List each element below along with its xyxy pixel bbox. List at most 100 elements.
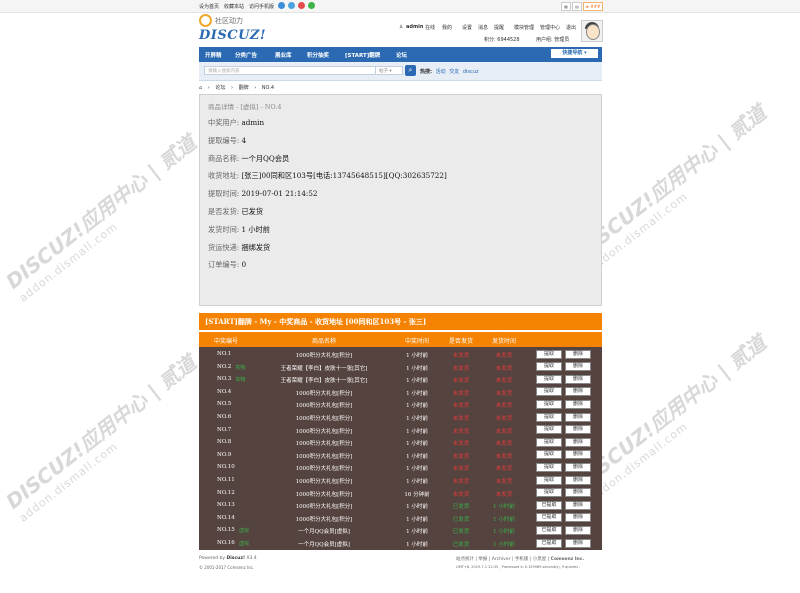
nav-item-forum[interactable]: 论坛 bbox=[396, 51, 407, 59]
search-type-select[interactable]: 帖子 ▾ bbox=[376, 66, 403, 75]
delete-button[interactable]: 删除 bbox=[565, 488, 591, 498]
wechat-icon[interactable] bbox=[308, 2, 315, 9]
delete-button[interactable]: 删除 bbox=[565, 538, 591, 548]
extracted-button[interactable]: 已提取 bbox=[536, 500, 562, 510]
delete-button[interactable]: 删除 bbox=[565, 437, 591, 447]
footer-link[interactable]: Comsenz Inc. bbox=[551, 557, 584, 562]
delete-button[interactable]: 删除 bbox=[565, 374, 591, 384]
delete-button[interactable]: 删除 bbox=[565, 462, 591, 472]
layout-icon[interactable]: ▤ bbox=[572, 2, 582, 11]
delete-button[interactable]: 删除 bbox=[565, 387, 591, 397]
extracted-button[interactable]: 已提取 bbox=[536, 525, 562, 535]
search-input[interactable]: 请输入搜索内容 bbox=[204, 66, 376, 75]
column-header: 中奖时间 bbox=[404, 338, 430, 345]
avatar[interactable] bbox=[581, 20, 603, 42]
delete-button[interactable]: 删除 bbox=[565, 349, 591, 359]
extract-button[interactable]: 提取 bbox=[536, 374, 562, 384]
detail-label: 发货时间: bbox=[208, 224, 242, 234]
usergroup-link[interactable]: 用户组: 管理员 bbox=[536, 36, 569, 43]
prize-time: 1 小时前 bbox=[406, 390, 428, 397]
breadcrumb-forum[interactable]: 论坛 bbox=[215, 85, 225, 91]
footer-link[interactable]: 举报 bbox=[478, 557, 487, 562]
delete-button[interactable]: 删除 bbox=[565, 450, 591, 460]
extract-button[interactable]: 提取 bbox=[536, 399, 562, 409]
detail-value: 4 bbox=[241, 135, 247, 145]
detail-label: 收货地址: bbox=[208, 171, 242, 181]
nav-item-classified[interactable]: 分类广告 bbox=[235, 51, 257, 59]
bookmark-link[interactable]: 收藏本站 bbox=[224, 3, 244, 10]
prize-table-title: [START]翻牌 - My - 中奖商品 - 收货地址 [00同和区103号 … bbox=[205, 317, 427, 326]
delete-button[interactable]: 删除 bbox=[565, 412, 591, 422]
prize-number: NO.12 bbox=[217, 489, 235, 496]
qq-icon[interactable] bbox=[288, 2, 295, 9]
nav-item-flip[interactable]: [START]翻牌 bbox=[345, 51, 380, 59]
admin-center-link[interactable]: 管理中心 bbox=[540, 24, 560, 31]
ship-time: 未发货 bbox=[495, 353, 513, 359]
detail-line: 提取编号: 4 bbox=[208, 136, 246, 146]
weibo-icon[interactable] bbox=[298, 2, 305, 9]
footer-link[interactable]: 手机版 bbox=[515, 557, 529, 562]
nav-item-business[interactable]: 展业库 bbox=[275, 51, 292, 59]
nav-item-home[interactable]: 开屏精 bbox=[205, 51, 222, 59]
extract-button[interactable]: 提取 bbox=[536, 362, 562, 372]
delete-button[interactable]: 删除 bbox=[565, 500, 591, 510]
extract-button[interactable]: 提取 bbox=[536, 488, 562, 498]
quick-nav-button[interactable]: 快捷导航 ▾ bbox=[551, 49, 598, 58]
prize-number: NO.1 bbox=[217, 351, 232, 357]
footer-link[interactable]: 站点统计 bbox=[456, 557, 474, 562]
extract-button[interactable]: 提取 bbox=[536, 437, 562, 447]
hot-item[interactable]: discuz bbox=[463, 69, 479, 75]
home-icon[interactable]: ⌂ bbox=[199, 85, 202, 91]
username-link[interactable]: admin bbox=[406, 24, 423, 30]
delete-button[interactable]: 删除 bbox=[565, 475, 591, 485]
ship-status: 未发货 bbox=[452, 365, 470, 372]
notices-link[interactable]: 提醒 bbox=[494, 24, 504, 31]
delete-button[interactable]: 删除 bbox=[565, 513, 591, 523]
table-row: NO.5 1000积分大礼包[积分] 1 小时前 未发货 未发货 提取 删除 bbox=[199, 398, 602, 411]
breadcrumb-flip[interactable]: 翻牌 bbox=[239, 85, 249, 91]
extract-button[interactable]: 提取 bbox=[536, 425, 562, 435]
table-row: NO.11 1000积分大礼包[积分] 1 小时前 未发货 未发货 提取 删除 bbox=[199, 474, 602, 487]
settings-link[interactable]: 设置 bbox=[462, 24, 472, 31]
extract-button[interactable]: 提取 bbox=[536, 475, 562, 485]
my-menu[interactable]: 我的 bbox=[442, 24, 452, 31]
module-admin-link[interactable]: 模块管理 bbox=[514, 24, 534, 31]
extracted-button[interactable]: 已提取 bbox=[536, 513, 562, 523]
points-link[interactable]: 积分: 6944528 bbox=[484, 36, 520, 43]
detail-value: admin bbox=[241, 118, 265, 127]
footer-link[interactable]: Archiver bbox=[492, 557, 511, 562]
extracted-button[interactable]: 已提取 bbox=[536, 538, 562, 548]
hot-item[interactable]: 活动 bbox=[436, 69, 446, 75]
extract-button[interactable]: 提取 bbox=[536, 462, 562, 472]
delete-button[interactable]: 删除 bbox=[565, 362, 591, 372]
footer-link[interactable]: 小黑屋 bbox=[533, 557, 547, 562]
delete-button[interactable]: 删除 bbox=[565, 425, 591, 435]
prize-number: NO.2 bbox=[217, 363, 232, 370]
copyright: © 2001-2017 Comsenz Inc. bbox=[199, 565, 255, 570]
product-link[interactable]: Discuz! bbox=[227, 556, 246, 561]
messages-link[interactable]: 消息 bbox=[478, 24, 488, 31]
logo[interactable]: DISCUZ! bbox=[199, 28, 266, 43]
prize-table: 中奖编号 商品名称 中奖时间 是否发货 发货时间 NO.1 1000积分大礼包[积… bbox=[199, 332, 602, 550]
style-badge[interactable]: ★ ### bbox=[583, 2, 603, 11]
set-homepage-link[interactable]: 设为首页 bbox=[199, 3, 219, 10]
nav-item-lottery[interactable]: 积分抽奖 bbox=[307, 51, 329, 59]
online-status[interactable]: 在线 bbox=[425, 24, 435, 31]
extract-button[interactable]: 提取 bbox=[536, 450, 562, 460]
hot-item[interactable]: 交友 bbox=[449, 69, 459, 75]
powered-by: Powered by Discuz! X3.4 bbox=[199, 556, 257, 561]
mobile-link[interactable]: 访问手机版 bbox=[249, 3, 274, 10]
ship-time: 1 小时前 bbox=[493, 542, 515, 548]
search-icon[interactable]: ⌕ bbox=[405, 65, 416, 76]
delete-button[interactable]: 删除 bbox=[565, 399, 591, 409]
extract-button[interactable]: 提取 bbox=[536, 387, 562, 397]
extract-button[interactable]: 提取 bbox=[536, 349, 562, 359]
social-icon[interactable] bbox=[278, 2, 285, 9]
prize-number: NO.7 bbox=[217, 426, 232, 433]
delete-button[interactable]: 删除 bbox=[565, 525, 591, 535]
prize-number: NO.14 bbox=[217, 514, 235, 521]
extract-button[interactable]: 提取 bbox=[536, 412, 562, 422]
grid-icon[interactable]: ▦ bbox=[561, 2, 571, 11]
logout-link[interactable]: 退出 bbox=[566, 24, 576, 31]
table-row: NO.15 虚拟 一个月QQ会员[虚拟] 1 小时前 已发货 1 小时前 已提取 删除 bbox=[199, 524, 602, 537]
